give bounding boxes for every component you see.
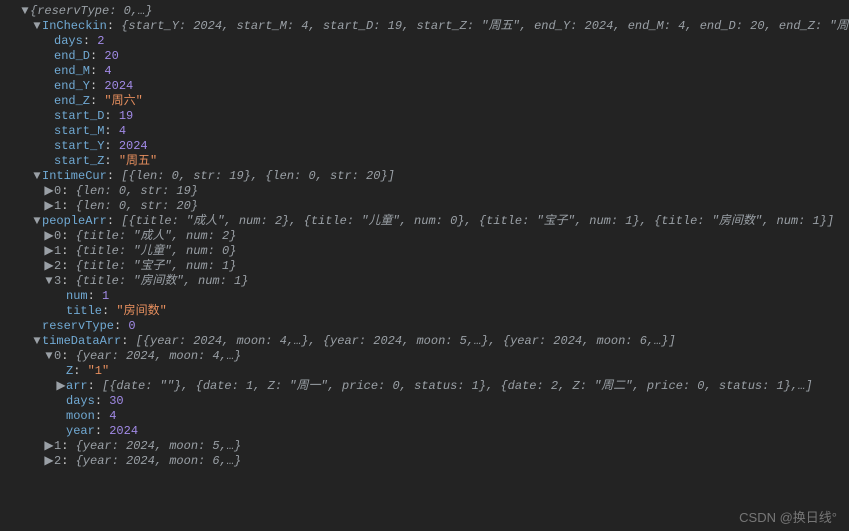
chevron-down-icon[interactable]: ▼ xyxy=(32,334,42,349)
object-summary: {reservType: 0,…} xyxy=(30,4,152,18)
chevron-right-icon[interactable]: ▶ xyxy=(56,379,66,394)
chevron-right-icon[interactable]: ▶ xyxy=(44,259,54,274)
chevron-right-icon[interactable]: ▶ xyxy=(44,454,54,469)
tree-row-array-item[interactable]: ▶0: {len: 0, str: 19} xyxy=(8,184,841,199)
tree-row-leaf: Z: "1" xyxy=(8,364,841,379)
tree-row-intimecur[interactable]: ▼IntimeCur: [{len: 0, str: 19}, {len: 0,… xyxy=(8,169,841,184)
chevron-down-icon[interactable]: ▼ xyxy=(32,214,42,229)
chevron-down-icon[interactable]: ▼ xyxy=(32,19,42,34)
tree-row-leaf: end_M: 4 xyxy=(8,64,841,79)
tree-row-incheckin[interactable]: ▼InCheckin: {start_Y: 2024, start_M: 4, … xyxy=(8,19,841,34)
object-summary: {start_Y: 2024, start_M: 4, start_D: 19,… xyxy=(121,19,849,33)
colon: : xyxy=(107,19,121,33)
chevron-down-icon[interactable]: ▼ xyxy=(20,4,30,19)
tree-row-leaf: start_Z: "周五" xyxy=(8,154,841,169)
chevron-right-icon[interactable]: ▶ xyxy=(44,229,54,244)
chevron-right-icon[interactable]: ▶ xyxy=(44,244,54,259)
tree-row-leaf: title: "房间数" xyxy=(8,304,841,319)
tree-row-leaf: num: 1 xyxy=(8,289,841,304)
tree-row-leaf: start_M: 4 xyxy=(8,124,841,139)
prop-value: 2 xyxy=(97,34,104,48)
tree-row-leaf: days: 30 xyxy=(8,394,841,409)
tree-row-leaf: end_Y: 2024 xyxy=(8,79,841,94)
watermark: CSDN @换日线° xyxy=(739,510,837,525)
prop-key: days xyxy=(54,34,83,48)
tree-row-leaf: start_D: 19 xyxy=(8,109,841,124)
tree-row-array-item[interactable]: ▶2: {title: "宝子", num: 1} xyxy=(8,259,841,274)
tree-row-array-item[interactable]: ▶0: {title: "成人", num: 2} xyxy=(8,229,841,244)
chevron-right-icon[interactable]: ▶ xyxy=(44,184,54,199)
tree-row-array-item[interactable]: ▼0: {year: 2024, moon: 4,…} xyxy=(8,349,841,364)
tree-row-arr[interactable]: ▶arr: [{date: ""}, {date: 1, Z: "周一", pr… xyxy=(8,379,841,394)
tree-row-leaf: year: 2024 xyxy=(8,424,841,439)
tree-row-leaf: moon: 4 xyxy=(8,409,841,424)
tree-row-leaf: end_D: 20 xyxy=(8,49,841,64)
tree-row-array-item[interactable]: ▶2: {year: 2024, moon: 6,…} xyxy=(8,454,841,469)
tree-row-timedataarr[interactable]: ▼timeDataArr: [{year: 2024, moon: 4,…}, … xyxy=(8,334,841,349)
chevron-down-icon[interactable]: ▼ xyxy=(44,274,54,289)
tree-row-root[interactable]: ▼{reservType: 0,…} xyxy=(8,4,841,19)
tree-row-array-item[interactable]: ▶1: {title: "儿童", num: 0} xyxy=(8,244,841,259)
tree-row-leaf: reservType: 0 xyxy=(8,319,841,334)
chevron-right-icon[interactable]: ▶ xyxy=(44,199,54,214)
chevron-right-icon[interactable]: ▶ xyxy=(44,439,54,454)
prop-key: InCheckin xyxy=(42,19,107,33)
tree-row-leaf: end_Z: "周六" xyxy=(8,94,841,109)
tree-row-array-item[interactable]: ▶1: {len: 0, str: 20} xyxy=(8,199,841,214)
tree-row-peoplearr[interactable]: ▼peopleArr: [{title: "成人", num: 2}, {tit… xyxy=(8,214,841,229)
tree-row-array-item[interactable]: ▼3: {title: "房间数", num: 1} xyxy=(8,274,841,289)
tree-row-leaf: days: 2 xyxy=(8,34,841,49)
tree-row-array-item[interactable]: ▶1: {year: 2024, moon: 5,…} xyxy=(8,439,841,454)
chevron-down-icon[interactable]: ▼ xyxy=(32,169,42,184)
chevron-down-icon[interactable]: ▼ xyxy=(44,349,54,364)
tree-row-leaf: start_Y: 2024 xyxy=(8,139,841,154)
